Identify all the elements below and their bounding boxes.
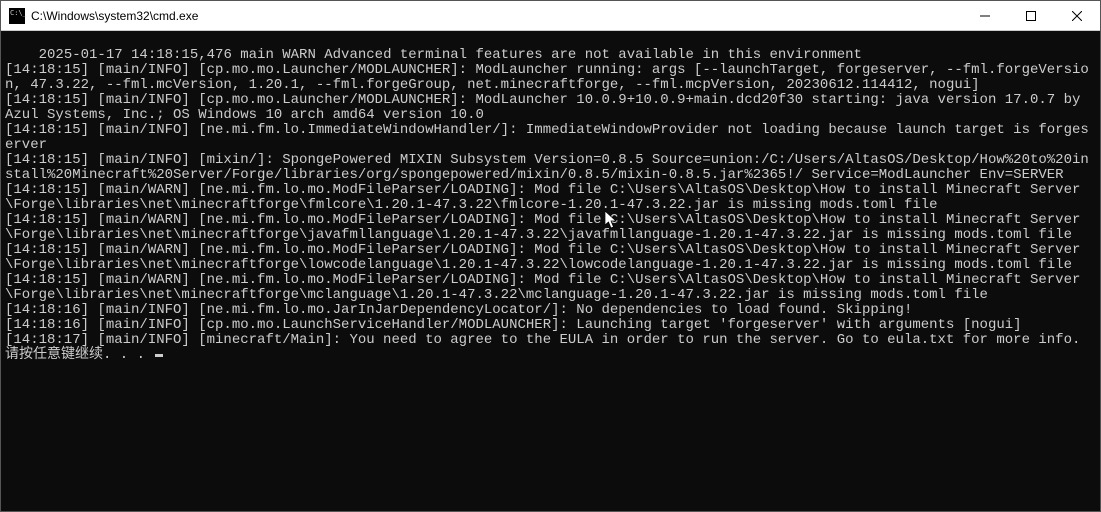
console-line: [14:18:15] [main/INFO] [ne.mi.fm.lo.Imme…: [5, 122, 1089, 153]
cmd-icon: [9, 8, 25, 24]
window-controls: [962, 1, 1100, 30]
console-line: [14:18:16] [main/INFO] [ne.mi.fm.lo.mo.J…: [5, 302, 912, 318]
console-output[interactable]: 2025-01-17 14:18:15,476 main WARN Advanc…: [1, 31, 1100, 511]
close-icon: [1072, 11, 1082, 21]
console-line: 请按任意键继续. . .: [5, 347, 153, 363]
console-line: [14:18:15] [main/INFO] [cp.mo.mo.Launche…: [5, 62, 1089, 93]
console-line: [14:18:15] [main/WARN] [ne.mi.fm.lo.mo.M…: [5, 272, 1080, 303]
console-line: [14:18:15] [main/WARN] [ne.mi.fm.lo.mo.M…: [5, 182, 1080, 213]
titlebar[interactable]: C:\Windows\system32\cmd.exe: [1, 1, 1100, 31]
maximize-button[interactable]: [1008, 1, 1054, 30]
console-line: [14:18:15] [main/INFO] [mixin/]: SpongeP…: [5, 152, 1089, 183]
console-line: 2025-01-17 14:18:15,476 main WARN Advanc…: [39, 47, 862, 63]
minimize-button[interactable]: [962, 1, 1008, 30]
text-cursor: [155, 354, 163, 357]
console-line: [14:18:15] [main/INFO] [cp.mo.mo.Launche…: [5, 92, 1089, 123]
console-line: [14:18:16] [main/INFO] [cp.mo.mo.LaunchS…: [5, 317, 1022, 333]
window-title: C:\Windows\system32\cmd.exe: [31, 9, 962, 23]
cmd-window: C:\Windows\system32\cmd.exe 2025-01-17 1…: [0, 0, 1101, 512]
console-line: [14:18:15] [main/WARN] [ne.mi.fm.lo.mo.M…: [5, 212, 1080, 243]
close-button[interactable]: [1054, 1, 1100, 30]
console-line: [14:18:17] [main/INFO] [minecraft/Main]:…: [5, 332, 1080, 348]
minimize-icon: [980, 11, 990, 21]
maximize-icon: [1026, 11, 1036, 21]
console-line: [14:18:15] [main/WARN] [ne.mi.fm.lo.mo.M…: [5, 242, 1080, 273]
